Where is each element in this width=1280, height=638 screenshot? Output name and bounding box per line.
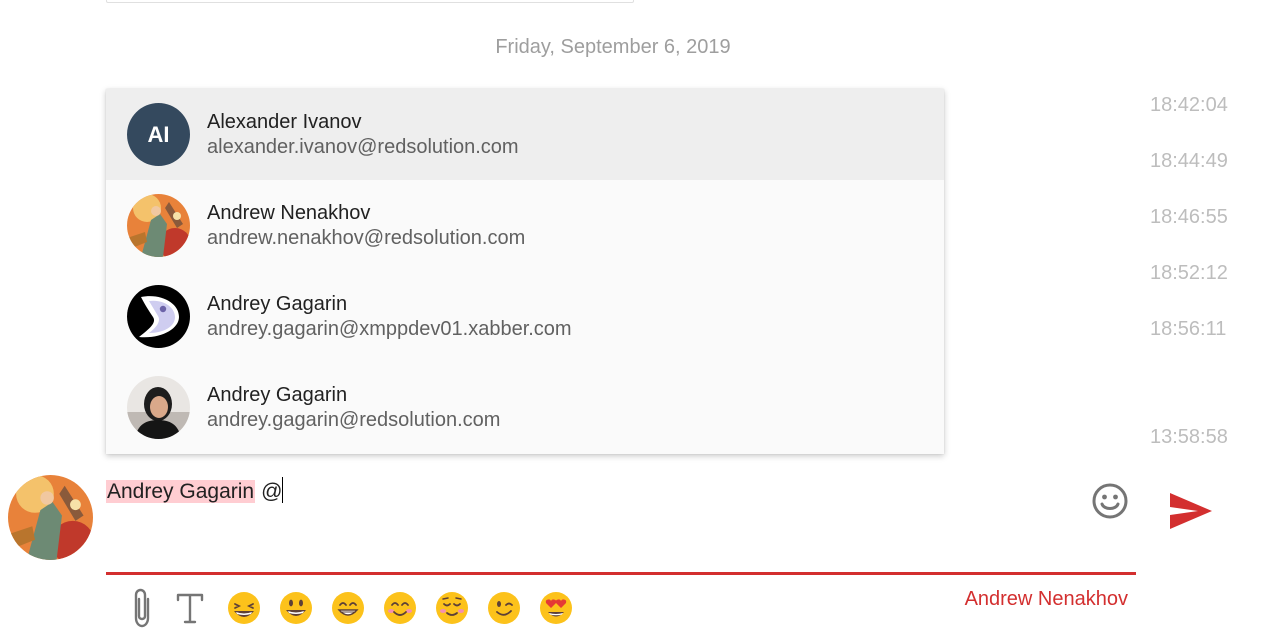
paperclip-icon[interactable] [128, 586, 156, 630]
winking-emoji-icon[interactable] [486, 586, 522, 630]
message-timestamp: 18:56:11 [1150, 318, 1227, 340]
contact-name: Andrew Nenakhov [207, 202, 371, 224]
previous-input-edge [106, 0, 634, 3]
photo-avatar [127, 376, 190, 439]
relieved-blush-emoji-icon[interactable] [434, 586, 470, 630]
mention-item-andrey-gagarin-redsolution[interactable]: Andrey Gagarin andrey.gagarin@redsolutio… [106, 362, 944, 453]
contact-jid: andrey.gagarin@redsolution.com [207, 409, 501, 431]
smiling-eyes-emoji-icon[interactable] [382, 586, 418, 630]
text-format-icon[interactable] [174, 586, 206, 630]
contact-name: Andrey Gagarin [207, 384, 348, 406]
typed-text: @ [261, 480, 283, 503]
logo-avatar [127, 285, 190, 348]
mention-item-andrew-nenakhov[interactable]: Andrew Nenakhov andrew.nenakhov@redsolut… [106, 180, 944, 271]
mention-item-alexander-ivanov[interactable]: AI Alexander Ivanov alexander.ivanov@red… [106, 89, 944, 180]
contact-name: Andrey Gagarin [207, 293, 348, 315]
send-icon[interactable] [1168, 491, 1214, 531]
input-underline [106, 572, 1136, 575]
contact-name: Alexander Ivanov [207, 111, 362, 133]
message-timestamp: 18:42:04 [1150, 94, 1228, 116]
mention-item-andrey-gagarin-xmppdev[interactable]: Andrey Gagarin andrey.gagarin@xmppdev01.… [106, 271, 944, 362]
mention-suggestions: AI Alexander Ivanov alexander.ivanov@red… [106, 89, 944, 454]
grinning-big-eyes-emoji-icon[interactable] [278, 586, 314, 630]
message-timestamp: 18:52:12 [1150, 262, 1228, 284]
illustrated-avatar [127, 194, 190, 257]
current-user-name: Andrew Nenakhov [964, 588, 1128, 610]
smiley-face-icon[interactable] [1091, 482, 1129, 520]
message-timestamp: 13:58:58 [1150, 426, 1228, 448]
current-user-avatar[interactable] [8, 475, 93, 560]
mention-chip[interactable]: Andrey Gagarin [106, 480, 256, 503]
heart-eyes-emoji-icon[interactable] [538, 586, 574, 630]
message-timestamp: 18:46:55 [1150, 206, 1228, 228]
contact-jid: andrew.nenakhov@redsolution.com [207, 227, 526, 249]
date-divider: Friday, September 6, 2019 [495, 36, 731, 58]
beaming-emoji-icon[interactable] [330, 586, 366, 630]
composer-toolbar: Andrew Nenakhov [106, 586, 1136, 630]
message-timestamp: 18:44:49 [1150, 150, 1228, 172]
initials-avatar: AI [127, 103, 190, 166]
contact-jid: alexander.ivanov@redsolution.com [207, 136, 519, 158]
message-input[interactable]: Andrey Gagarin @ [106, 476, 1066, 512]
text-caret [282, 477, 284, 503]
grinning-squinting-emoji-icon[interactable] [226, 586, 262, 630]
contact-jid: andrey.gagarin@xmppdev01.xabber.com [207, 318, 572, 340]
